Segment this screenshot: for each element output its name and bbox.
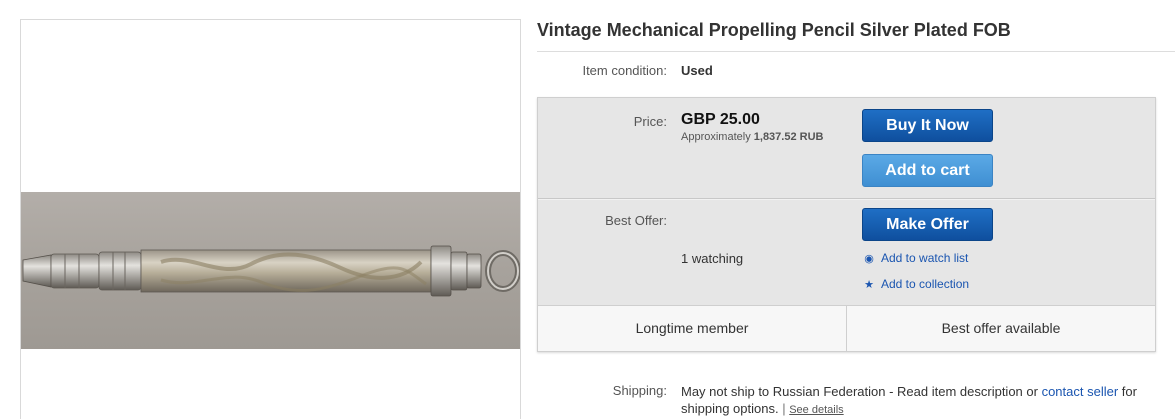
seller-badges: Longtime member Best offer available: [538, 305, 1155, 352]
shipping-separator: |: [782, 401, 786, 416]
add-to-watch-list-link[interactable]: ◉ Add to watch list: [862, 251, 968, 265]
converted-price: Approximately 1,837.52 RUB: [681, 131, 823, 143]
watching-count: 1 watching: [681, 251, 744, 266]
best-offer-available-badge: Best offer available: [941, 320, 1061, 336]
make-offer-button[interactable]: Make Offer: [862, 208, 993, 241]
best-offer-label: Best Offer:: [605, 213, 667, 228]
longtime-member-badge: Longtime member: [538, 306, 847, 352]
see-details-link[interactable]: See details: [789, 404, 843, 416]
contact-seller-link[interactable]: contact seller: [1042, 384, 1119, 399]
price-value: GBP 25.00: [681, 111, 760, 128]
title-divider: [537, 51, 1175, 52]
section-divider-highlight: [538, 199, 1155, 200]
buy-it-now-button[interactable]: Buy It Now: [862, 109, 993, 142]
approx-value: 1,837.52 RUB: [753, 131, 824, 143]
eye-icon: ◉: [864, 253, 874, 265]
add-to-collection-link[interactable]: ★ Add to collection: [862, 277, 969, 291]
condition-label: Item condition:: [582, 63, 667, 78]
shipping-text: May not ship to Russian Federation - Rea…: [681, 384, 1038, 399]
product-photo[interactable]: [21, 192, 520, 349]
shipping-label: Shipping:: [612, 383, 667, 398]
listing-page: Vintage Mechanical Propelling Pencil Sil…: [0, 0, 1175, 419]
price-label: Price:: [633, 114, 667, 129]
pencil-image: [22, 245, 520, 297]
listing-title: Vintage Mechanical Propelling Pencil Sil…: [537, 20, 1011, 40]
shipping-info: May not ship to Russian Federation - Rea…: [681, 383, 1161, 419]
collection-label: Add to collection: [881, 277, 970, 291]
watch-list-label: Add to watch list: [881, 251, 969, 265]
approx-prefix: Approximately: [681, 131, 751, 143]
star-icon: ★: [864, 279, 874, 291]
add-to-cart-button[interactable]: Add to cart: [862, 154, 993, 187]
condition-value: Used: [681, 63, 713, 78]
product-image-panel[interactable]: [20, 19, 521, 419]
buy-box: Price: GBP 25.00 Approximately 1,837.52 …: [537, 97, 1156, 352]
